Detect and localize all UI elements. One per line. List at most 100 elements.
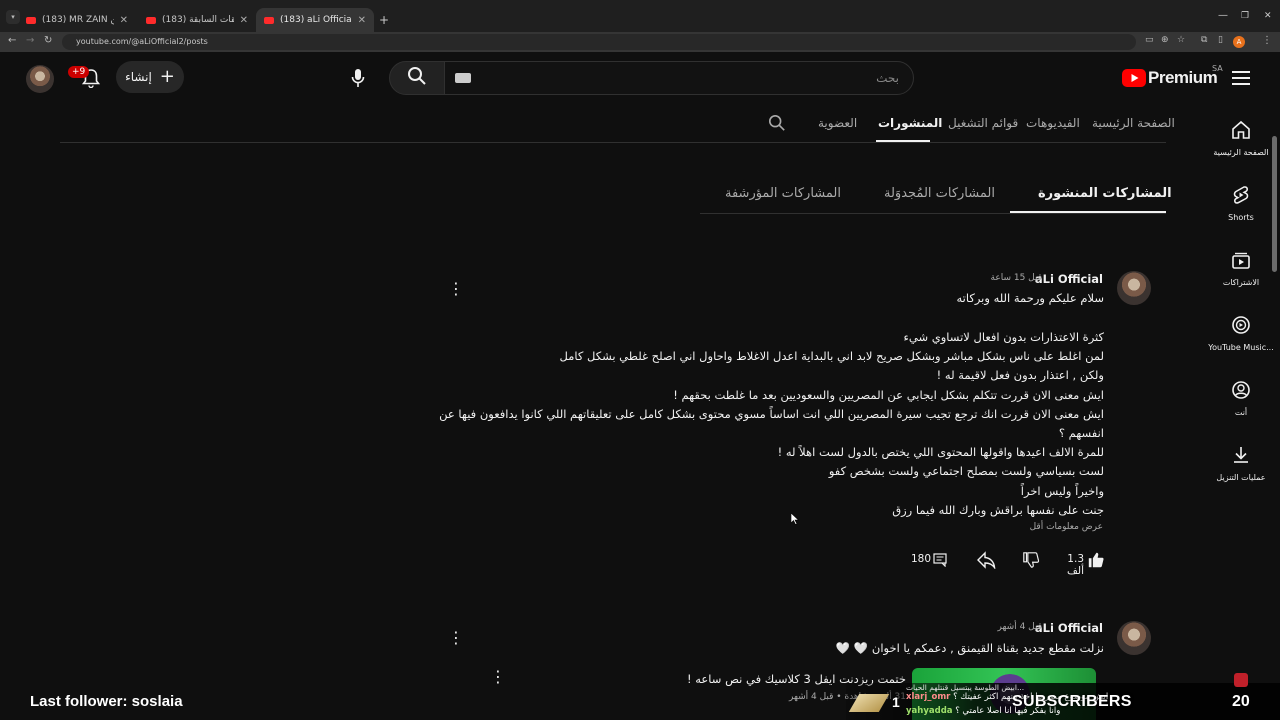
sidebar-item-downloads[interactable]: عمليات التنزيل [1208,445,1274,482]
post-text-line: للمرة الالف اعيدها واقولها المحتوى اللي … [777,445,1104,459]
plus-icon: + [159,66,175,87]
post-text-line: نزلت مقطع جديد بقناة القيمنق , دعمكم يا … [836,641,1104,655]
sidebar-item-subscriptions[interactable]: الاشتراكات [1208,250,1274,287]
account-avatar[interactable] [26,65,54,93]
like-count: 1.3 ألف [1067,553,1084,577]
post-text-line: واخيراً وليس اخراً [1020,484,1104,498]
tab-videos[interactable]: الفيديوهات [1026,116,1080,130]
tab-published-posts[interactable]: المشاركات المنشورة [1038,186,1172,201]
post-text-line: ايش معنى الان قررت تتكلم بشكل ايجابي عن … [673,388,1104,402]
share-icon[interactable] [976,551,996,573]
browser-tab-2[interactable]: (183) عمليات التعليقات السابقة · ✕ [138,8,256,32]
post-text-line: لمن اغلط على ناس بشكل مباشر وبشكل صريح ل… [559,349,1105,363]
browser-tab-1[interactable]: (183) MR ZAIN مستر زين - YouT ✕ [18,8,136,32]
tab-playlists[interactable]: قوائم التشغيل [948,116,1018,130]
post-author-name[interactable]: aLi Official [1035,621,1103,635]
comment-icon[interactable] [933,552,947,571]
youtube-logo-icon [1122,69,1146,87]
tab-archived-posts[interactable]: المشاركات المؤرشفة [725,186,841,201]
create-label: إنشاء [125,70,152,84]
side-panel-icon[interactable]: ▯ [1218,35,1223,45]
chat-username: xlarj_omr [906,692,951,702]
close-window-icon[interactable]: ✕ [1264,11,1272,21]
shorts-icon [1208,185,1274,207]
sidebar-item-home[interactable]: الصفحة الرئيسية [1208,120,1274,157]
brand-label: Premium [1148,68,1218,87]
chat-username: yahyadda [906,706,953,716]
sidebar-item-music[interactable]: YouTube Music... [1208,315,1274,352]
sidebar-label: أنت [1234,408,1248,417]
page-scrollbar[interactable] [1272,136,1277,272]
comment-count[interactable]: 180 [911,553,931,565]
notifications-badge: +9 [68,66,90,78]
close-tab-icon[interactable]: ✕ [240,15,248,26]
extensions-icon[interactable]: ⧉ [1201,35,1207,45]
post-time[interactable]: قبل 15 ساعة [991,273,1043,283]
post-menu-icon[interactable]: ⋮ [448,281,464,297]
like-icon[interactable] [1087,551,1105,573]
search-input[interactable]: بحث [444,61,914,95]
last-follower-label: Last follower: soslaia [30,693,183,710]
sidebar-label: الصفحة الرئيسية [1213,148,1269,157]
post-text-line: لست بسياسي ولست بمصلح اجتماعي ولست بشخص … [828,464,1104,478]
dislike-icon[interactable] [1022,551,1040,573]
sidebar-item-you[interactable]: أنت [1208,380,1274,417]
post-text-line: انفسهم ؟ [1058,426,1104,440]
tab-membership[interactable]: العضوية [818,116,857,130]
cast-icon[interactable]: ▭ [1145,35,1154,45]
mouse-cursor-icon [790,510,800,529]
url-text: youtube.com/@aLiOfficial2/posts [76,37,208,46]
channel-search-icon[interactable] [768,114,786,136]
tab-title: (183) aLi Official تك - YouTube [280,15,352,25]
minimize-window-icon[interactable]: — [1218,10,1228,21]
browser-menu-icon[interactable]: ⋮ [1262,35,1272,46]
sidebar-label: Shorts [1228,213,1254,222]
post-author-name[interactable]: aLi Official [1035,272,1103,286]
post-author-avatar[interactable] [1117,621,1151,655]
post-time[interactable]: قبل 4 أشهر [998,622,1042,632]
music-icon [1208,315,1274,337]
tab-title: (183) MR ZAIN مستر زين - YouT [42,15,114,25]
new-tab-button[interactable]: + [379,13,389,27]
search-button[interactable] [389,61,445,95]
tab-scheduled-posts[interactable]: المشاركات المُجدوَلة [884,186,995,201]
hamburger-menu-icon[interactable] [1232,70,1250,89]
create-button[interactable]: إنشاء + [116,61,184,93]
post-text-line: كثرة الاعتذارات بدون افعال لاتساوي شيء [903,330,1104,344]
subscribers-label: SUBSCRIBERS [1012,693,1132,710]
profile-avatar-icon[interactable]: A [1233,36,1245,48]
show-less-link[interactable]: عرض معلومات أقل [1030,522,1103,532]
sidebar-label: الاشتراكات [1222,278,1260,287]
subscribers-count: 20 [1232,693,1250,710]
post-text-line: جنت على نفسها براقش وبارك الله فيما رزق [892,503,1104,517]
post-author-avatar[interactable] [1117,271,1151,305]
back-icon[interactable]: ← [8,35,16,46]
close-tab-icon[interactable]: ✕ [120,15,128,26]
heart-icon: 🤍 [853,641,869,655]
sidebar-item-shorts[interactable]: Shorts [1208,185,1274,222]
url-field[interactable]: youtube.com/@aLiOfficial2/posts [62,34,1136,50]
gift-count: 1 [892,694,900,710]
close-tab-icon[interactable]: ✕ [358,15,366,26]
search-icon [407,66,427,90]
voice-search-icon[interactable] [351,68,365,92]
bookmark-star-icon[interactable]: ☆ [1177,35,1185,45]
zoom-icon[interactable]: ⊕ [1161,35,1169,45]
restore-window-icon[interactable]: ❐ [1241,11,1249,21]
tab-posts[interactable]: المنشورات [878,116,942,130]
youtube-favicon-icon [264,16,274,24]
sidebar-label: YouTube Music... [1208,343,1274,352]
youtube-premium-logo[interactable]: Premium SA [1120,64,1224,92]
forward-icon[interactable]: → [26,35,34,46]
video-menu-icon[interactable]: ⋮ [490,669,506,685]
post-menu-icon[interactable]: ⋮ [448,630,464,646]
post-tabs-divider [700,213,1166,214]
tab-home[interactable]: الصفحة الرئيسية [1092,116,1175,130]
youtube-favicon-icon [146,16,156,24]
browser-address-bar: ← → ↻ youtube.com/@aLiOfficial2/posts ▭ … [0,32,1280,52]
reload-icon[interactable]: ↻ [44,35,52,46]
region-code: SA [1212,64,1223,73]
subscriptions-icon [1208,250,1274,272]
keyboard-icon[interactable] [455,73,471,83]
browser-tab-3[interactable]: (183) aLi Official تك - YouTube ✕ [256,8,374,32]
